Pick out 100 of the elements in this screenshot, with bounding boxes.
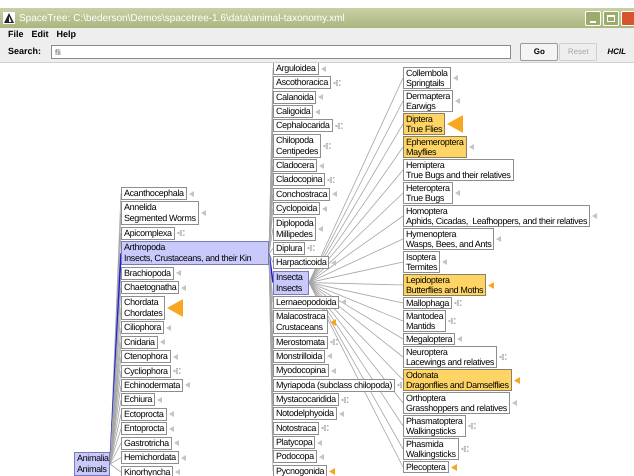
tree-node[interactable]: Echinodermata	[121, 378, 183, 392]
collapsed-triangle-icon[interactable]	[175, 469, 180, 476]
tree-node[interactable]: Hemichordata	[121, 451, 179, 464]
triangle-icon[interactable]	[447, 115, 464, 133]
collapsed-triangle-icon[interactable]	[512, 400, 517, 406]
tree-node[interactable]: Brachiopoda	[121, 266, 174, 280]
tree-node[interactable]: Odonata Dragonflies and Damselflies	[403, 369, 512, 391]
tree-node[interactable]: Caligoida	[273, 105, 314, 118]
tree-node[interactable]: Notostraca	[273, 422, 320, 435]
collapsed-triangle-icon[interactable]	[172, 354, 178, 360]
collapsed-triangle-icon[interactable]	[318, 162, 324, 169]
tree-node[interactable]: Conchostraca	[273, 188, 330, 201]
collapsed-triangle-icon[interactable]	[496, 236, 502, 242]
tree-node[interactable]: Orthoptera Grasshoppers and relatives	[403, 392, 510, 414]
collapsed-triangle-icon[interactable]	[200, 210, 206, 216]
collapsed-triangle-icon[interactable]	[188, 190, 194, 196]
mini-tree-icon[interactable]	[307, 245, 316, 252]
tree-node[interactable]: Platycopa	[273, 436, 316, 450]
mini-tree-icon[interactable]	[448, 318, 456, 324]
tree-node[interactable]: Diptera True Flies	[403, 113, 446, 135]
mini-tree-icon[interactable]	[454, 300, 462, 306]
tree-node[interactable]: Entoprocta	[121, 422, 168, 436]
mini-tree-icon[interactable]	[323, 142, 332, 149]
maximize-button[interactable]	[603, 10, 619, 26]
collapsed-triangle-icon[interactable]	[457, 336, 462, 342]
mini-tree-icon[interactable]	[499, 354, 508, 360]
menu-item[interactable]: Help	[56, 28, 76, 42]
tree-node[interactable]: Cladocera	[273, 159, 317, 172]
collapsed-triangle-icon[interactable]	[318, 94, 324, 100]
collapsed-triangle-icon[interactable]	[338, 410, 344, 417]
collapsed-triangle-icon[interactable]	[455, 98, 460, 104]
tree-node[interactable]: Ascothoracica	[273, 76, 331, 90]
tree-node[interactable]: Chaetognatha	[121, 281, 180, 294]
tree-node[interactable]: Phasmida Walkingsticks	[403, 438, 459, 460]
tree-node[interactable]: Ephemeroptera Mayflies	[403, 136, 466, 158]
collapsed-triangle-icon[interactable]	[318, 454, 324, 460]
collapsed-triangle-icon[interactable]	[332, 191, 338, 198]
tree-node[interactable]: Neuroptera Lacewings and relatives	[403, 346, 498, 368]
collapsed-triangle-icon[interactable]	[157, 396, 162, 403]
mini-tree-icon[interactable]	[468, 423, 476, 429]
collapsed-triangle-icon[interactable]	[166, 324, 172, 331]
tree-node[interactable]: Isoptera Termites	[403, 251, 440, 273]
close-button[interactable]	[621, 10, 634, 26]
mini-tree-icon[interactable]	[176, 230, 185, 236]
tree-node[interactable]: Annelida Segmented Worms	[121, 201, 199, 226]
tree-node[interactable]: Cycliophora	[121, 364, 171, 378]
tree-node[interactable]: Gastrotricha	[121, 436, 172, 450]
collapsed-triangle-icon[interactable]	[185, 382, 190, 388]
collapsed-triangle-icon[interactable]	[320, 66, 326, 72]
collapsed-triangle-icon[interactable]	[318, 226, 324, 232]
tree-node[interactable]: Apicomplexa	[121, 226, 175, 240]
collapsed-triangle-icon[interactable]	[488, 282, 494, 288]
tree-node[interactable]: Arthropoda Insects, Crustaceans, and their Kin	[121, 241, 269, 266]
menu-item[interactable]: File	[8, 28, 24, 42]
tree-node[interactable]: Hemiptera True Bugs and their relatives	[403, 159, 514, 181]
collapsed-triangle-icon[interactable]	[454, 190, 460, 196]
mini-tree-icon[interactable]	[327, 176, 336, 183]
tree-node[interactable]: Acanthocephala	[121, 187, 187, 200]
tree-node[interactable]: Myriapoda (subclass chilopoda)	[273, 378, 396, 392]
tree-node[interactable]: Homoptera Aphids, Cicadas, Leafhoppers, and their relatives	[403, 205, 590, 227]
collapsed-triangle-icon[interactable]	[468, 144, 474, 150]
tree-node[interactable]: Megaloptera	[403, 333, 456, 345]
tree-node[interactable]: Dermaptera Earwigs	[403, 90, 454, 112]
menu-item[interactable]: Edit	[32, 28, 49, 42]
collapsed-triangle-icon[interactable]	[181, 284, 186, 291]
collapsed-triangle-icon[interactable]	[176, 270, 181, 276]
tree-node[interactable]: Lernaeopodoida	[273, 296, 340, 309]
tree-node[interactable]: Podocopa	[273, 450, 317, 464]
tree-node[interactable]: Collembola Springtails	[403, 67, 451, 89]
tree-node[interactable]: Plecoptera	[403, 461, 449, 473]
collapsed-triangle-icon[interactable]	[322, 206, 328, 212]
tree-node[interactable]: Insecta Insects	[273, 270, 309, 295]
tree-node[interactable]: Cyclopoida	[273, 202, 320, 216]
collapsed-triangle-icon[interactable]	[315, 108, 320, 115]
tree-node[interactable]: Cephalocarida	[273, 119, 332, 132]
mini-tree-icon[interactable]	[330, 339, 338, 346]
tree-node[interactable]: Cladocopina	[273, 173, 326, 186]
tree-node[interactable]: Animalia Animals	[74, 452, 110, 476]
tree-node[interactable]: Merostomata	[273, 336, 328, 349]
collapsed-triangle-icon[interactable]	[180, 454, 186, 461]
tree-node[interactable]: Chordata Chordates	[121, 296, 166, 320]
tree-node[interactable]: Mystacocaridida	[273, 393, 339, 406]
tree-node[interactable]: Phasmatoptera Walkingsticks	[403, 415, 466, 437]
mini-tree-icon[interactable]	[172, 368, 181, 374]
search-field[interactable]: fli	[51, 45, 512, 59]
tree-node[interactable]: Ectoprocta	[121, 408, 167, 421]
collapsed-triangle-icon[interactable]	[169, 426, 174, 432]
collapsed-triangle-icon[interactable]	[160, 339, 165, 346]
tree-node[interactable]: Malacostraca Crustaceans	[273, 310, 328, 334]
mini-tree-icon[interactable]	[334, 122, 342, 129]
tree-node[interactable]: Monstrilloida	[273, 350, 325, 363]
tree-node[interactable]: Chilopoda Centipedes	[273, 134, 322, 158]
go-button[interactable]: Go	[520, 43, 558, 61]
mini-tree-icon[interactable]	[460, 446, 469, 452]
tree-node[interactable]: Diplopoda Millipedes	[273, 216, 316, 240]
tree-node[interactable]: Harpacticoida	[273, 256, 330, 270]
tree-node[interactable]: Ciliophora	[121, 321, 164, 334]
tree-node[interactable]: Cnidaria	[121, 336, 158, 349]
collapsed-triangle-icon[interactable]	[341, 299, 346, 306]
collapsed-triangle-icon[interactable]	[174, 440, 179, 446]
